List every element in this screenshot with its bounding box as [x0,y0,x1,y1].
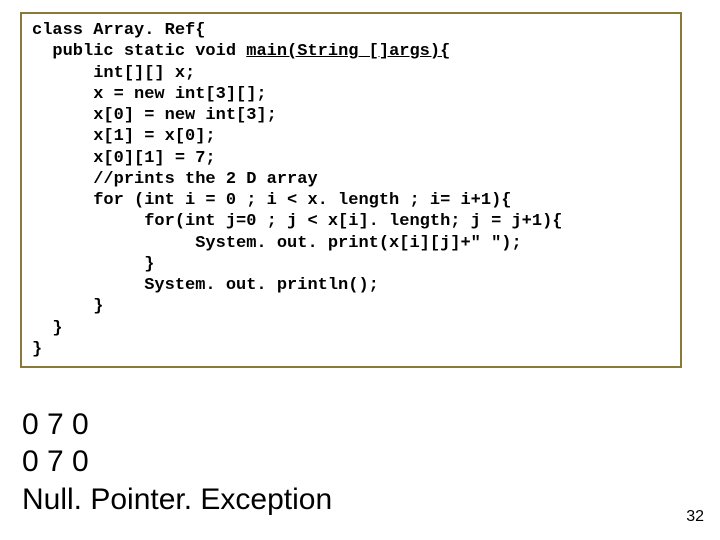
code-line: x = new int[3][]; [32,84,670,105]
code-text: x[1] = x[0]; [32,127,216,146]
output-line: 0 7 0 [22,406,332,444]
code-line: } [32,339,670,360]
code-line: for(int j=0 ; j < x[i]. length; j = j+1)… [32,211,670,232]
page-number: 32 [686,508,704,526]
code-text: for(int j=0 ; j < x[i]. length; j = j+1)… [32,212,563,231]
code-text: } [32,297,103,316]
code-line: x[0] = new int[3]; [32,105,670,126]
code-text: } [32,340,42,359]
code-line: class Array. Ref{ [32,20,670,41]
code-text: x[0][1] = 7; [32,149,216,168]
code-line: System. out. println(); [32,275,670,296]
code-line: System. out. print(x[i][j]+" "); [32,233,670,254]
code-line: } [32,254,670,275]
code-block: class Array. Ref{ public static void mai… [20,12,682,368]
code-text: } [32,255,154,274]
code-line: x[0][1] = 7; [32,148,670,169]
code-underline: main(String []args){ [246,42,450,61]
code-text: for (int i = 0 ; i < x. length ; i= i+1)… [32,191,511,210]
output-line: 0 7 0 [22,443,332,481]
code-line: } [32,318,670,339]
code-text: //prints the 2 D array [32,170,318,189]
output-line: Null. Pointer. Exception [22,481,332,519]
code-text: System. out. print(x[i][j]+" "); [32,234,522,253]
code-text: class Array. Ref{ [32,21,205,40]
code-text: int[][] x; [32,64,195,83]
code-line: //prints the 2 D array [32,169,670,190]
code-line: public static void main(String []args){ [32,41,670,62]
code-line: x[1] = x[0]; [32,126,670,147]
code-text: x[0] = new int[3]; [32,106,277,125]
code-text: x = new int[3][]; [32,85,267,104]
output-block: 0 7 0 0 7 0 Null. Pointer. Exception [22,406,332,519]
code-text: public static void [32,42,246,61]
code-line: } [32,296,670,317]
code-text: } [32,319,63,338]
code-line: for (int i = 0 ; i < x. length ; i= i+1)… [32,190,670,211]
code-line: int[][] x; [32,63,670,84]
code-text: System. out. println(); [32,276,379,295]
